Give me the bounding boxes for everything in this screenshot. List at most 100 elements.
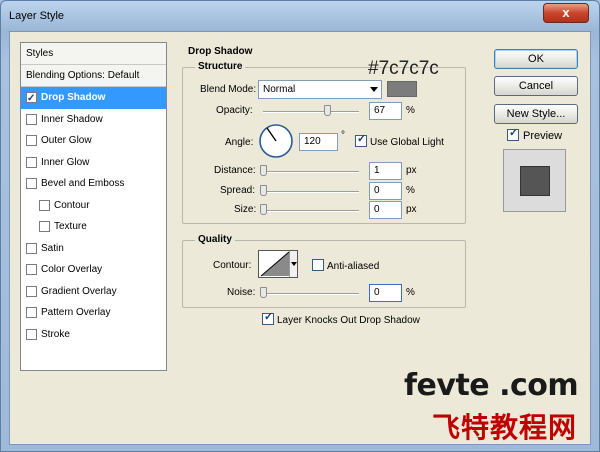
style-item-gradient-overlay[interactable]: Gradient Overlay	[21, 281, 166, 303]
layer-knocks-out-checkbox[interactable]	[262, 310, 274, 325]
color-annotation: #7c7c7c	[368, 58, 439, 79]
style-item-label: Stroke	[41, 328, 70, 340]
shadow-color-swatch[interactable]	[387, 81, 417, 97]
size-unit: px	[406, 204, 417, 215]
opacity-unit: %	[406, 105, 415, 116]
structure-title: Structure	[195, 61, 246, 72]
preview-square	[520, 166, 550, 196]
spread-slider-track[interactable]	[263, 191, 359, 193]
blend-mode-select[interactable]: Normal	[258, 80, 382, 99]
noise-field[interactable]: 0	[369, 284, 402, 302]
style-checkbox[interactable]	[39, 221, 50, 232]
title-bar[interactable]: Layer Style x	[1, 1, 599, 31]
new-style-button[interactable]: New Style...	[494, 104, 578, 124]
ok-button[interactable]: OK	[494, 49, 578, 69]
style-checkbox[interactable]	[26, 264, 37, 275]
noise-unit: %	[406, 287, 415, 298]
style-item-label: Gradient Overlay	[41, 285, 117, 297]
blend-mode-value: Normal	[263, 84, 296, 95]
style-checkbox[interactable]	[26, 178, 37, 189]
size-slider-track[interactable]	[263, 210, 359, 212]
dialog-body: Styles Blending Options: Default Drop Sh…	[9, 31, 591, 445]
style-item-label: Texture	[54, 221, 87, 232]
styles-list: Styles Blending Options: Default Drop Sh…	[20, 42, 167, 371]
noise-label: Noise:	[227, 287, 256, 298]
distance-unit: px	[406, 165, 417, 176]
spread-field[interactable]: 0	[369, 182, 402, 200]
use-global-light-label: Use Global Light	[370, 137, 444, 148]
style-checkbox[interactable]	[26, 285, 37, 297]
style-item-label: Color Overlay	[41, 264, 103, 275]
style-checkbox[interactable]	[26, 88, 37, 110]
style-item-stroke[interactable]: Stroke	[21, 324, 166, 346]
style-checkbox[interactable]	[26, 307, 37, 318]
preview-checkbox[interactable]	[507, 126, 519, 141]
watermark-cjk-text: 飞特教程网	[432, 411, 578, 444]
cancel-button[interactable]: Cancel	[494, 76, 578, 96]
style-item-label: Contour	[54, 199, 90, 211]
window-title: Layer Style	[9, 10, 65, 22]
distance-slider-track[interactable]	[263, 171, 359, 173]
style-item-drop-shadow[interactable]: Drop Shadow	[21, 87, 166, 110]
style-item-outer-glow[interactable]: Outer Glow	[21, 130, 166, 152]
style-item-label: Drop Shadow	[41, 92, 106, 103]
style-item-label: Outer Glow	[41, 135, 92, 146]
style-item-label: Inner Shadow	[41, 113, 103, 125]
style-item-texture[interactable]: Texture	[21, 216, 166, 238]
angle-dial[interactable]	[258, 123, 294, 159]
opacity-field[interactable]: 67	[369, 102, 402, 120]
style-checkbox[interactable]	[26, 328, 37, 340]
watermark-text: fevte .com	[404, 368, 579, 403]
style-item-inner-shadow[interactable]: Inner Shadow	[21, 109, 166, 131]
contour-label: Contour:	[213, 260, 252, 271]
style-item-satin[interactable]: Satin	[21, 238, 166, 260]
size-slider-thumb[interactable]	[260, 204, 267, 215]
angle-unit: °	[341, 130, 345, 141]
style-checkbox[interactable]	[26, 242, 37, 254]
noise-slider-thumb[interactable]	[260, 287, 267, 298]
style-checkbox[interactable]	[26, 113, 37, 125]
style-item-label: Inner Glow	[41, 156, 90, 168]
anti-aliased-label: Anti-aliased	[327, 261, 380, 272]
distance-label: Distance:	[214, 165, 256, 176]
style-checkbox[interactable]	[39, 199, 50, 211]
contour-curve-icon	[260, 251, 290, 277]
size-label: Size:	[234, 204, 257, 215]
style-checkbox[interactable]	[26, 135, 37, 146]
style-item-pattern-overlay[interactable]: Pattern Overlay	[21, 302, 166, 324]
style-item-bevel-and-emboss[interactable]: Bevel and Emboss	[21, 173, 166, 195]
quality-title: Quality	[195, 234, 235, 245]
style-item-inner-glow[interactable]: Inner Glow	[21, 152, 166, 174]
contour-dropdown[interactable]	[289, 251, 297, 277]
preview-label: Preview	[523, 130, 563, 142]
quality-group	[182, 240, 466, 308]
angle-label: Angle:	[225, 137, 254, 148]
angle-field[interactable]: 120	[299, 133, 338, 151]
style-item-label: Satin	[41, 242, 64, 254]
blending-options-item[interactable]: Blending Options: Default	[21, 65, 166, 87]
style-item-color-overlay[interactable]: Color Overlay	[21, 259, 166, 281]
spread-unit: %	[406, 185, 415, 196]
style-item-label: Bevel and Emboss	[41, 178, 125, 189]
styles-list-header[interactable]: Styles	[21, 43, 166, 65]
size-field[interactable]: 0	[369, 201, 402, 219]
close-button[interactable]: x	[543, 3, 589, 23]
opacity-slider-thumb[interactable]	[324, 105, 332, 116]
dropdown-arrow-icon	[370, 87, 378, 92]
opacity-slider-track[interactable]	[263, 111, 359, 113]
style-checkbox[interactable]	[26, 156, 37, 168]
opacity-label: Opacity:	[216, 105, 253, 116]
section-title: Drop Shadow	[188, 46, 253, 57]
style-item-contour[interactable]: Contour	[21, 195, 166, 217]
distance-field[interactable]: 1	[369, 162, 402, 180]
noise-slider-track[interactable]	[263, 293, 359, 295]
anti-aliased-checkbox[interactable]	[312, 259, 324, 271]
use-global-light-checkbox[interactable]	[355, 132, 367, 147]
layer-style-window: Layer Style x Styles Blending Options: D…	[0, 0, 600, 452]
contour-picker[interactable]	[258, 250, 298, 278]
blend-mode-label: Blend Mode:	[200, 84, 257, 95]
spread-label: Spread:	[220, 185, 256, 196]
spread-slider-thumb[interactable]	[260, 185, 267, 196]
dropdown-arrow-icon	[291, 262, 297, 266]
distance-slider-thumb[interactable]	[260, 165, 267, 176]
